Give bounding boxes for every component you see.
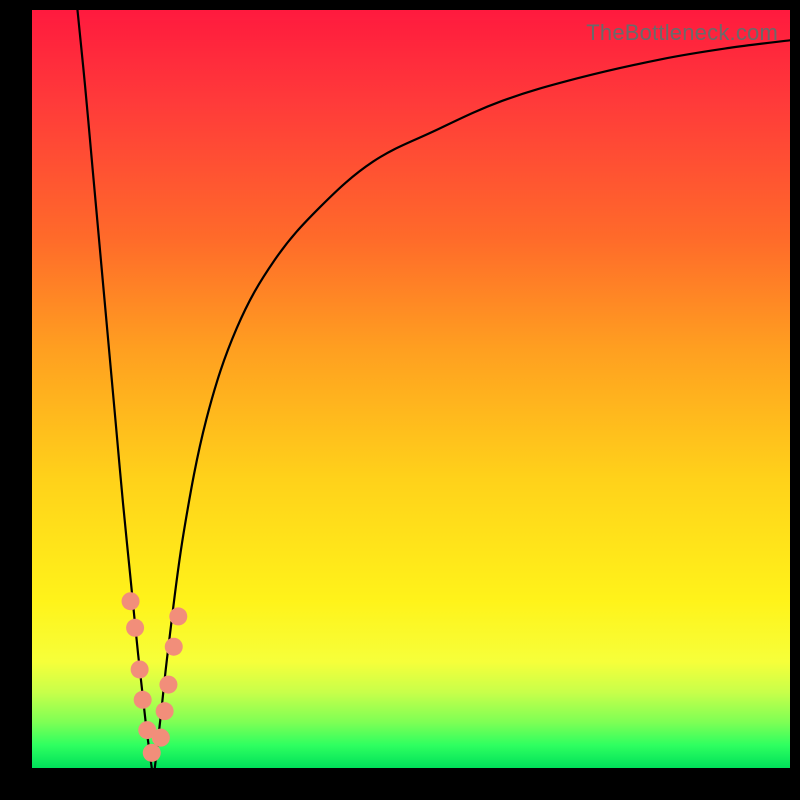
plot-area: TheBottleneck.com [32,10,790,768]
data-marker [159,676,177,694]
data-marker [126,619,144,637]
data-marker [143,744,161,762]
data-marker [122,592,140,610]
curve-layer [32,10,790,768]
data-marker [169,607,187,625]
curve-left-branch [77,10,151,768]
data-marker [156,702,174,720]
data-marker [131,660,149,678]
curve-right-branch [155,40,790,768]
data-marker [134,691,152,709]
chart-frame: TheBottleneck.com [0,0,800,800]
data-marker [165,638,183,656]
data-marker [152,729,170,747]
